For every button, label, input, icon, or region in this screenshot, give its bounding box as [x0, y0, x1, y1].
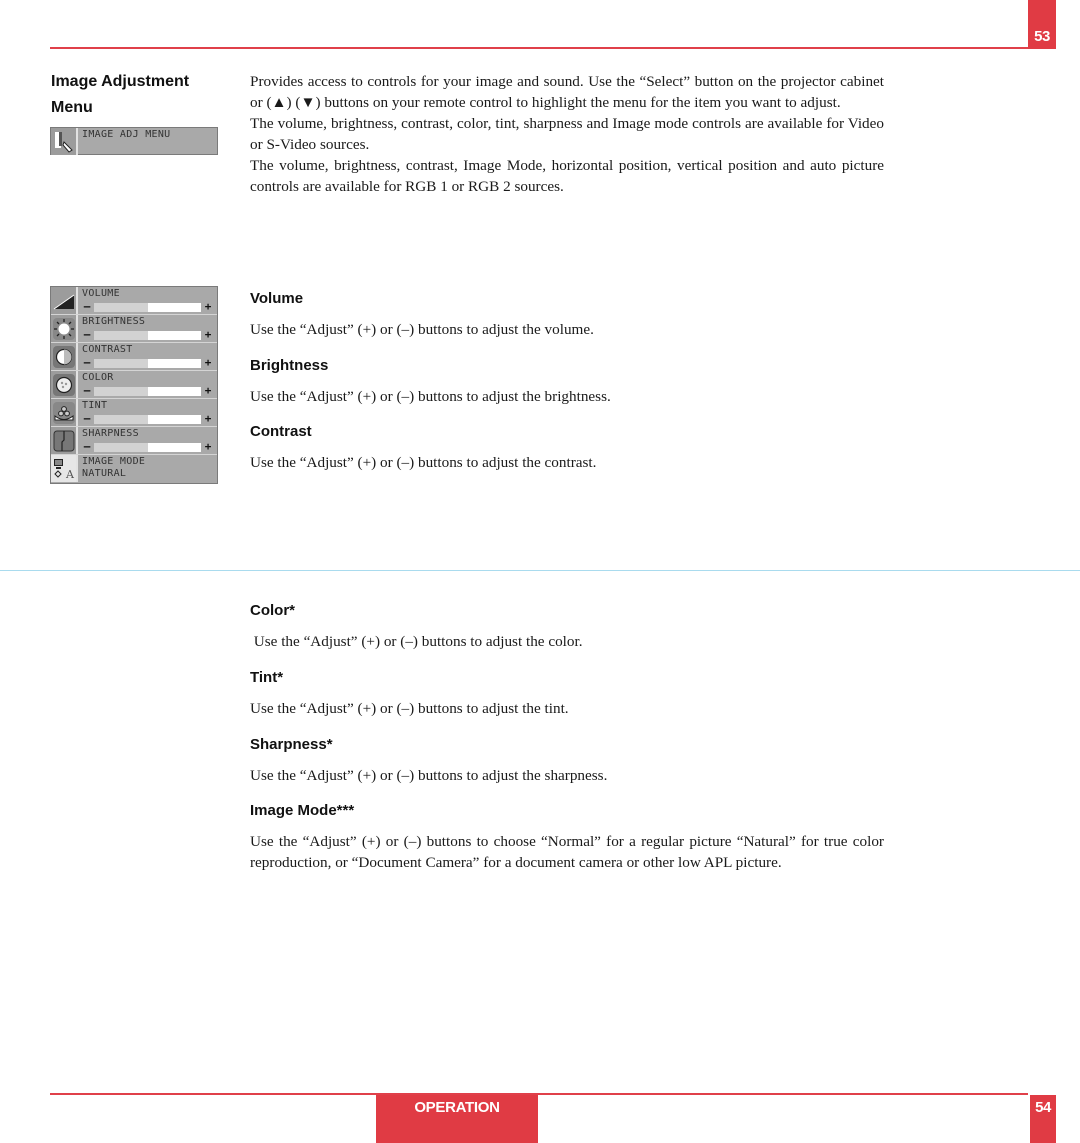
color-palette-icon: [51, 371, 78, 398]
osd-row-color: COLOR – +: [51, 371, 217, 399]
section-sharpness: Sharpness* Use the “Adjust” (+) or (–) b…: [250, 735, 890, 786]
header-rule: [50, 47, 1028, 49]
osd-image-adj-menu: IMAGE ADJ MENU: [50, 127, 218, 155]
minus-icon[interactable]: –: [82, 329, 92, 340]
osd-row-volume: VOLUME – +: [51, 287, 217, 315]
slider-track[interactable]: [94, 330, 201, 340]
volume-slider[interactable]: – +: [82, 301, 213, 312]
section-contrast: Contrast Use the “Adjust” (+) or (–) but…: [250, 422, 890, 473]
minus-icon[interactable]: –: [82, 441, 92, 452]
image-mode-icon: A: [51, 455, 78, 482]
intro-paragraph: Provides access to controls for your ima…: [250, 73, 884, 111]
section-heading: Sharpness*: [250, 736, 333, 753]
intro-paragraph: The volume, brightness, contrast, color,…: [250, 115, 884, 153]
section-text: Use the “Adjust” (+) or (–) buttons to a…: [250, 633, 583, 650]
page-number-bottom-text: 54: [1035, 1099, 1051, 1116]
section-heading: Contrast: [250, 423, 312, 440]
section-heading: Brightness: [250, 357, 329, 374]
section-tab-operation: OPERATION: [376, 1095, 538, 1143]
osd-row-image-mode: A IMAGE MODE NATURAL: [51, 455, 217, 483]
svg-text:A: A: [65, 468, 75, 481]
plus-icon[interactable]: +: [203, 357, 213, 368]
color-slider[interactable]: – +: [82, 385, 213, 396]
minus-icon[interactable]: –: [82, 301, 92, 312]
section-heading: Color*: [250, 602, 295, 619]
page-divider: [0, 570, 1080, 571]
minus-icon[interactable]: –: [82, 357, 92, 368]
slider-track[interactable]: [94, 414, 201, 424]
slider-track[interactable]: [94, 358, 201, 368]
tint-icon: [51, 399, 78, 426]
osd-row-sharpness: SHARPNESS – +: [51, 427, 217, 455]
osd-label: TINT: [82, 400, 108, 411]
osd-label: VOLUME: [82, 288, 120, 299]
volume-ramp-icon: [51, 287, 78, 314]
section-text: Use the “Adjust” (+) or (–) buttons to c…: [250, 833, 884, 871]
section-volume: Volume Use the “Adjust” (+) or (–) butto…: [250, 289, 890, 340]
slider-fill: [94, 386, 148, 396]
section-title: Image Adjustment Menu: [51, 69, 189, 121]
osd-row-tint: TINT – +: [51, 399, 217, 427]
osd-label: SHARPNESS: [82, 428, 139, 439]
osd-value: NATURAL: [82, 468, 127, 479]
tint-slider[interactable]: – +: [82, 413, 213, 424]
contrast-slider[interactable]: – +: [82, 357, 213, 368]
intro-text: Provides access to controls for your ima…: [250, 71, 884, 197]
section-text: Use the “Adjust” (+) or (–) buttons to a…: [250, 767, 608, 784]
osd-label: COLOR: [82, 372, 114, 383]
page-number-top-text: 53: [1034, 28, 1050, 45]
contrast-circle-icon: [51, 343, 78, 370]
osd-label: IMAGE MODE: [82, 456, 146, 467]
page-number-bottom: 54: [1030, 1095, 1056, 1143]
osd-label: BRIGHTNESS: [82, 316, 146, 327]
page-number-top: 53: [1028, 0, 1056, 49]
section-title-line2: Menu: [51, 99, 93, 116]
slider-track[interactable]: [94, 386, 201, 396]
section-heading: Tint*: [250, 669, 284, 686]
section-tint: Tint* Use the “Adjust” (+) or (–) button…: [250, 668, 890, 719]
section-heading: Image Mode***: [250, 802, 355, 819]
sharpness-icon: [51, 427, 78, 454]
slider-fill: [94, 330, 148, 340]
osd-row-brightness: BRIGHTNESS – +: [51, 315, 217, 343]
minus-icon[interactable]: –: [82, 385, 92, 396]
section-text: Use the “Adjust” (+) or (–) buttons to a…: [250, 454, 597, 471]
minus-icon[interactable]: –: [82, 413, 92, 424]
sun-brightness-icon: [51, 315, 78, 342]
osd-image-adjust-list: VOLUME – + BRIGHTNESS – + CONTRAST – + C…: [50, 286, 218, 484]
plus-icon[interactable]: +: [203, 441, 213, 452]
plus-icon[interactable]: +: [203, 413, 213, 424]
slider-fill: [94, 414, 148, 424]
sharpness-slider[interactable]: – +: [82, 441, 213, 452]
hand-pointer-icon: [51, 128, 78, 155]
slider-fill: [94, 358, 148, 368]
section-color: Color* Use the “Adjust” (+) or (–) butto…: [250, 601, 890, 652]
plus-icon[interactable]: +: [203, 329, 213, 340]
slider-track[interactable]: [94, 442, 201, 452]
section-brightness: Brightness Use the “Adjust” (+) or (–) b…: [250, 356, 890, 407]
plus-icon[interactable]: +: [203, 385, 213, 396]
section-tab-label: OPERATION: [414, 1099, 500, 1116]
osd-row-image-adj-menu: IMAGE ADJ MENU: [51, 128, 217, 156]
slider-fill: [94, 442, 148, 452]
osd-label: CONTRAST: [82, 344, 133, 355]
section-image-mode: Image Mode*** Use the “Adjust” (+) or (–…: [250, 801, 890, 873]
section-heading: Volume: [250, 290, 304, 307]
section-title-line1: Image Adjustment: [51, 73, 190, 90]
slider-fill: [94, 302, 148, 312]
osd-label: IMAGE ADJ MENU: [82, 129, 171, 140]
section-text: Use the “Adjust” (+) or (–) buttons to a…: [250, 388, 611, 405]
brightness-slider[interactable]: – +: [82, 329, 213, 340]
footer-rule: [50, 1093, 1028, 1095]
section-text: Use the “Adjust” (+) or (–) buttons to a…: [250, 321, 594, 338]
section-text: Use the “Adjust” (+) or (–) buttons to a…: [250, 700, 569, 717]
intro-paragraph: The volume, brightness, contrast, Image …: [250, 157, 884, 195]
osd-row-contrast: CONTRAST – +: [51, 343, 217, 371]
plus-icon[interactable]: +: [203, 301, 213, 312]
slider-track[interactable]: [94, 302, 201, 312]
